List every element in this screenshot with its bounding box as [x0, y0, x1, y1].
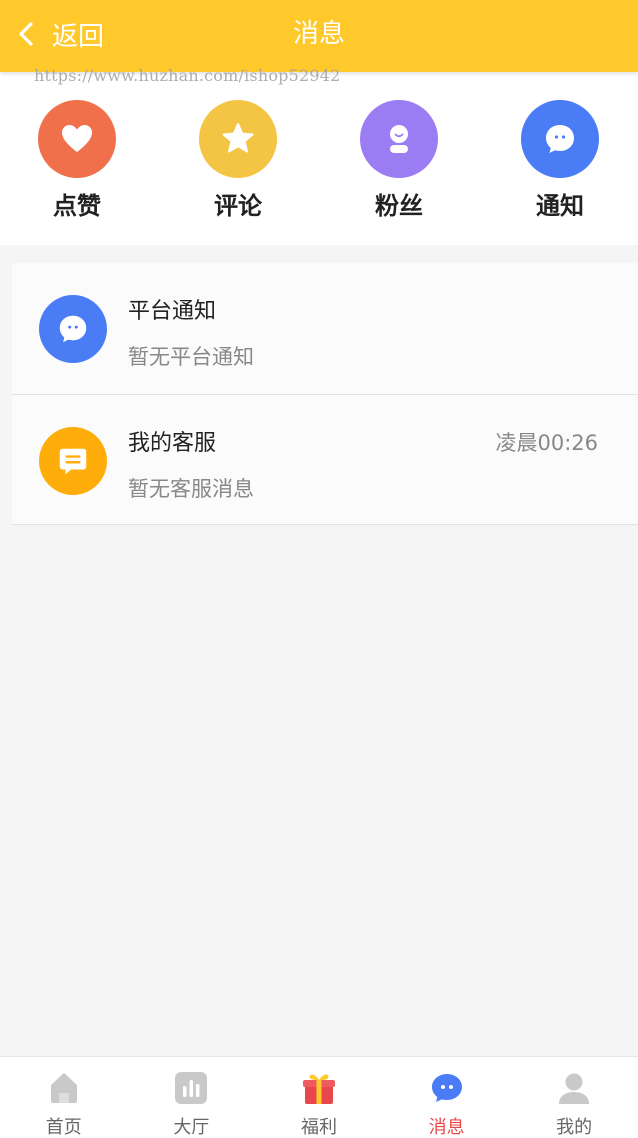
fans-label: 粉丝: [375, 192, 423, 220]
quick-actions-panel: 点赞 评论 粉丝 通知: [0, 72, 638, 245]
hall-icon: [175, 1072, 208, 1104]
quick-action-notifications[interactable]: 通知: [505, 100, 615, 221]
person-icon: [390, 125, 408, 153]
list-item-platform-notice[interactable]: 平台通知 暂无平台通知: [12, 263, 638, 395]
bottom-tab-bar: 首页 大厅 福利 消息 我的: [0, 1056, 638, 1138]
star-icon: [222, 123, 254, 153]
tab-mine-label: 我的: [556, 1117, 593, 1138]
quick-action-comments[interactable]: 评论: [183, 100, 293, 221]
tab-mine[interactable]: 我的: [510, 1057, 638, 1138]
platform-notice-subtitle: 暂无平台通知: [128, 345, 254, 369]
tab-hall[interactable]: 大厅: [128, 1057, 256, 1138]
page-title: 消息: [292, 19, 345, 49]
likes-label: 点赞: [53, 192, 101, 220]
tab-home[interactable]: 首页: [0, 1057, 128, 1138]
tab-messages[interactable]: 消息: [383, 1057, 511, 1138]
customer-service-title: 我的客服: [128, 431, 217, 456]
quick-action-fans[interactable]: 粉丝: [344, 100, 454, 221]
customer-service-subtitle: 暂无客服消息: [128, 477, 254, 501]
watermark-text: https://www.huzhan.com/ishop52942: [34, 66, 341, 85]
chat-bubble-icon: [59, 315, 87, 343]
customer-service-avatar: [39, 427, 107, 495]
list-divider: [12, 524, 638, 525]
comments-label: 评论: [214, 192, 262, 220]
quick-action-likes[interactable]: 点赞: [22, 100, 132, 221]
notifications-label: 通知: [536, 192, 584, 220]
platform-notice-avatar: [39, 295, 107, 363]
tab-welfare-label: 福利: [300, 1117, 337, 1138]
list-item-customer-service[interactable]: 我的客服 凌晨00:26 暂无客服消息: [12, 394, 638, 525]
platform-notice-title: 平台通知: [128, 299, 217, 324]
user-icon: [559, 1073, 590, 1104]
tab-welfare[interactable]: 福利: [255, 1057, 383, 1138]
likes-icon-circle: [38, 100, 116, 178]
comments-icon-circle: [199, 100, 277, 178]
message-icon: [431, 1074, 462, 1102]
message-lines-icon: [59, 448, 87, 475]
tab-home-label: 首页: [45, 1117, 82, 1138]
gift-icon: [302, 1074, 335, 1104]
message-list: 平台通知 暂无平台通知 我的客服 凌晨00:26 暂无客服消息: [12, 263, 638, 525]
tab-messages-label: 消息: [428, 1117, 465, 1138]
top-nav-bar: 返回 消息: [0, 0, 638, 72]
home-icon: [50, 1073, 77, 1103]
notifications-icon-circle: [521, 100, 599, 178]
tab-hall-label: 大厅: [173, 1117, 210, 1138]
heart-icon: [62, 125, 92, 152]
customer-service-time: 凌晨00:26: [495, 431, 598, 455]
fans-icon-circle: [360, 100, 438, 178]
chat-bubble-icon: [546, 125, 574, 153]
